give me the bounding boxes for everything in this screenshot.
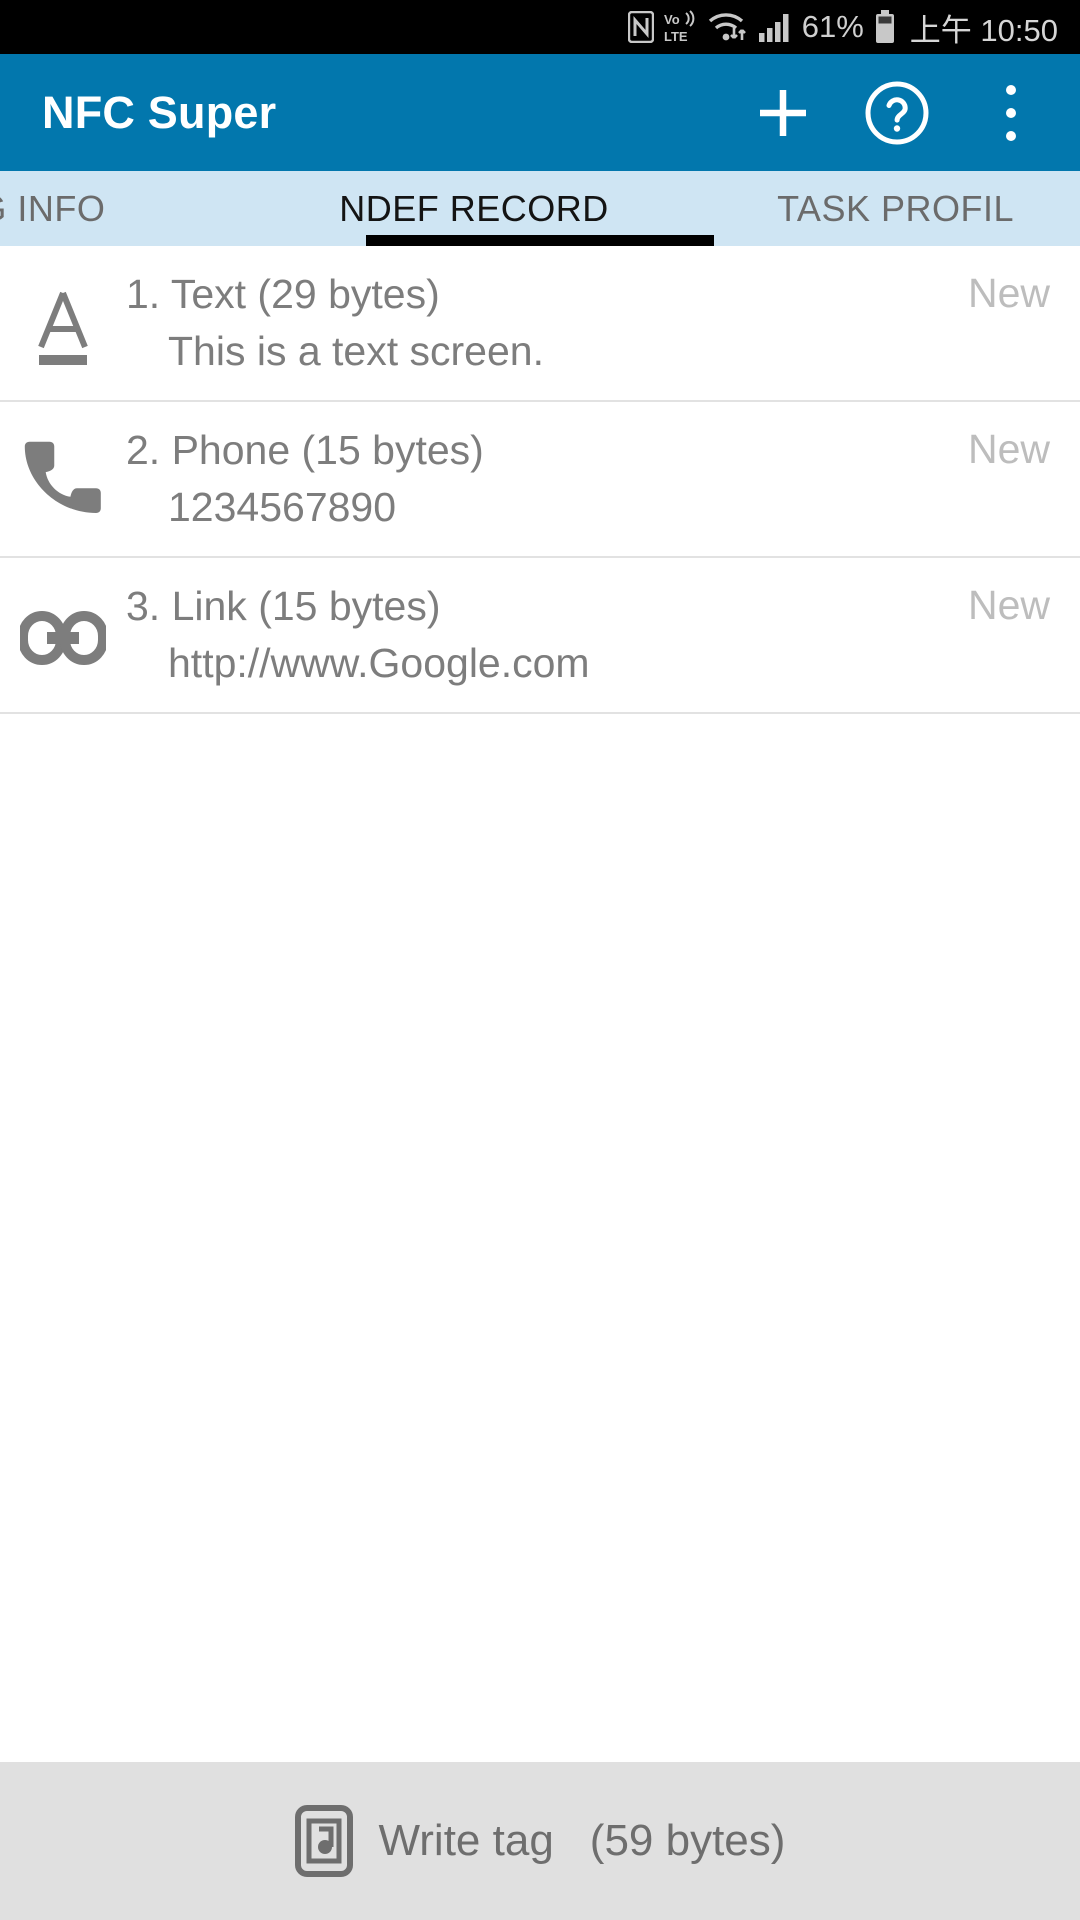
plus-icon [760, 89, 806, 136]
record-subtitle: This is a text screen. [168, 328, 544, 374]
record-subtitle: http://www.Google.com [168, 640, 590, 686]
nfc-write-tag-icon [294, 1805, 353, 1877]
text-format-icon [0, 264, 126, 376]
more-vertical-icon [1005, 84, 1017, 141]
wifi-icon [708, 10, 748, 44]
write-tag-label: Write tag [378, 1816, 554, 1865]
status-bar-clock: 上午 10:50 [909, 12, 1058, 48]
record-text-body: 1. Text (29 bytes) This is a text screen… [126, 264, 952, 380]
volte-icon: Vo LTE [664, 10, 698, 44]
record-phone-body: 2. Phone (15 bytes) 1234567890 [126, 420, 952, 536]
record-title: 1. Text (29 bytes) [126, 271, 440, 317]
app-title: NFC Super [42, 86, 277, 138]
add-button[interactable] [740, 70, 826, 156]
record-title: 3. Link (15 bytes) [126, 583, 441, 629]
record-subtitle: 1234567890 [168, 484, 397, 530]
signal-icon [758, 11, 792, 43]
tab-tag-info[interactable]: TAG INFO [0, 171, 300, 246]
record-row-link[interactable]: 3. Link (15 bytes) http://www.Google.com… [0, 558, 1080, 714]
status-bar: Vo LTE 61% 上午 10:50 [0, 0, 1080, 54]
app-bar-actions [740, 70, 1054, 156]
svg-text:LTE: LTE [664, 29, 688, 44]
write-tag-bytes: (59 bytes) [589, 1816, 786, 1865]
overflow-button[interactable] [968, 70, 1054, 156]
phone-icon [0, 420, 126, 532]
record-row-text[interactable]: 1. Text (29 bytes) This is a text screen… [0, 246, 1080, 402]
status-badge: New [967, 582, 1050, 628]
nfc-icon [627, 11, 654, 43]
status-bar-icons: Vo LTE 61% 上午 10:50 [627, 5, 1058, 50]
ndef-record-list: 1. Text (29 bytes) This is a text screen… [0, 246, 1080, 1762]
app-screen: Vo LTE 61% 上午 10:50 NFC Super INFO NDEF … [0, 0, 1080, 1920]
record-link-body: 3. Link (15 bytes) http://www.Google.com [126, 576, 952, 692]
battery-percent-label: 61% [801, 9, 864, 44]
record-title: 2. Phone (15 bytes) [126, 427, 484, 473]
status-badge: New [967, 270, 1050, 316]
app-bar: NFC Super [0, 54, 1080, 171]
help-button[interactable] [854, 70, 940, 156]
write-tag-button[interactable]: Write tag (59 bytes) [0, 1762, 1080, 1920]
tab-bar: TAG INFO NDEF RECORD TASK PROFIL [0, 171, 1080, 246]
record-row-phone[interactable]: 2. Phone (15 bytes) 1234567890 New [0, 402, 1080, 558]
battery-icon [874, 10, 896, 44]
help-circle-icon [865, 81, 929, 144]
tab-active-indicator [366, 235, 714, 246]
status-badge: New [967, 426, 1050, 472]
link-icon [0, 576, 126, 688]
svg-text:Vo: Vo [664, 12, 680, 27]
